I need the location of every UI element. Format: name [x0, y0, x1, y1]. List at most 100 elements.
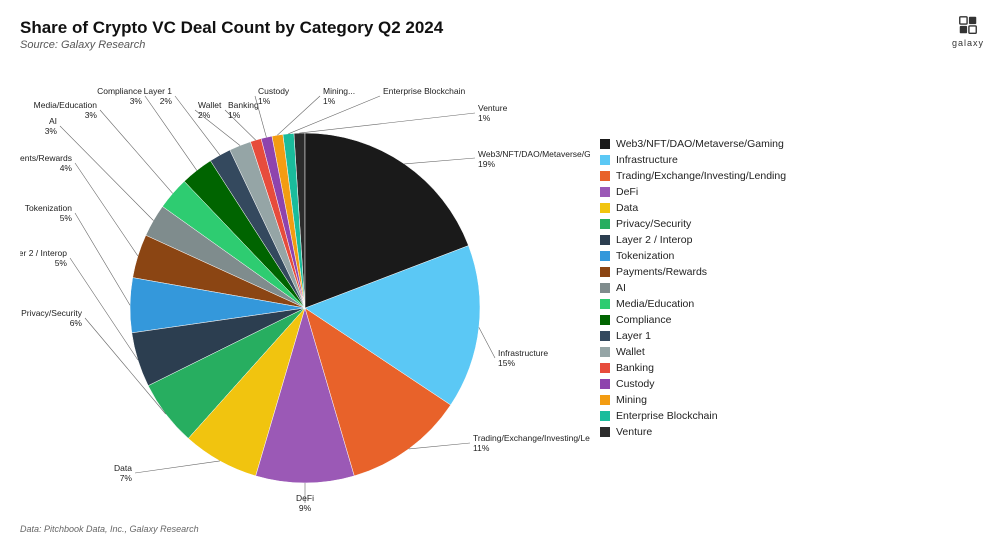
svg-text:7%: 7%	[120, 473, 133, 483]
svg-text:2%: 2%	[160, 96, 173, 106]
legend-item-data: Data	[600, 202, 980, 214]
svg-text:1%: 1%	[228, 110, 241, 120]
legend-color-trading	[600, 171, 610, 181]
legend-label-compliance: Compliance	[616, 314, 671, 326]
legend-color-venture	[600, 427, 610, 437]
legend-item-venture: Venture	[600, 426, 980, 438]
legend-item-privacy: Privacy/Security	[600, 218, 980, 230]
legend-label-tokenization: Tokenization	[616, 250, 674, 262]
galaxy-logo: galaxy	[952, 14, 984, 48]
legend-color-privacy	[600, 219, 610, 229]
legend-label-trading: Trading/Exchange/Investing/Lending	[616, 170, 786, 182]
svg-text:Tokenization: Tokenization	[25, 203, 73, 213]
svg-text:1%: 1%	[478, 113, 491, 123]
legend-label-infra: Infrastructure	[616, 154, 678, 166]
svg-text:6%: 6%	[70, 318, 83, 328]
svg-text:15%: 15%	[498, 358, 515, 368]
svg-text:11%: 11%	[473, 443, 490, 453]
legend-label-privacy: Privacy/Security	[616, 218, 691, 230]
svg-text:Privacy/Security: Privacy/Security	[21, 308, 83, 318]
svg-text:Web3/NFT/DAO/Metaverse/Gaming: Web3/NFT/DAO/Metaverse/Gaming	[478, 149, 590, 159]
legend-label-mining: Mining	[616, 394, 647, 406]
legend-item-web3: Web3/NFT/DAO/Metaverse/Gaming	[600, 138, 980, 150]
svg-text:Layer 1: Layer 1	[144, 86, 173, 96]
chart-area: Web3/NFT/DAO/Metaverse/Gaming19% Infrastr…	[20, 58, 590, 518]
legend-item-mining: Mining	[600, 394, 980, 406]
footer-note: Data: Pitchbook Data, Inc., Galaxy Resea…	[20, 524, 980, 534]
pie-chart: Web3/NFT/DAO/Metaverse/Gaming19% Infrastr…	[20, 58, 590, 518]
legend-color-web3	[600, 139, 610, 149]
legend-item-compliance: Compliance	[600, 314, 980, 326]
svg-text:Venture: Venture	[478, 103, 508, 113]
legend-label-enterprise: Enterprise Blockchain	[616, 410, 718, 422]
svg-text:9%: 9%	[299, 503, 312, 513]
legend-item-defi: DeFi	[600, 186, 980, 198]
legend-color-data	[600, 203, 610, 213]
svg-text:Wallet: Wallet	[198, 100, 222, 110]
svg-text:3%: 3%	[130, 96, 143, 106]
legend-item-layer1: Layer 1	[600, 330, 980, 342]
svg-text:Payments/Rewards: Payments/Rewards	[20, 153, 72, 163]
svg-text:19%: 19%	[478, 159, 495, 169]
legend-item-layer2: Layer 2 / Interop	[600, 234, 980, 246]
legend-color-enterprise	[600, 411, 610, 421]
legend-color-compliance	[600, 315, 610, 325]
legend-color-layer1	[600, 331, 610, 341]
svg-text:Custody: Custody	[258, 86, 290, 96]
legend-color-payments	[600, 267, 610, 277]
legend-label-defi: DeFi	[616, 186, 638, 198]
svg-text:Mining...: Mining...	[323, 86, 355, 96]
legend-item-payments: Payments/Rewards	[600, 266, 980, 278]
legend-item-wallet: Wallet	[600, 346, 980, 358]
page-title: Share of Crypto VC Deal Count by Categor…	[20, 18, 980, 38]
source-label: Source: Galaxy Research	[20, 39, 980, 51]
svg-text:4%: 4%	[60, 163, 73, 173]
legend-color-media	[600, 299, 610, 309]
legend-label-wallet: Wallet	[616, 346, 645, 358]
legend-label-layer2: Layer 2 / Interop	[616, 234, 692, 246]
legend-item-ai: AI	[600, 282, 980, 294]
legend-color-defi	[600, 187, 610, 197]
svg-text:Infrastructure: Infrastructure	[498, 348, 548, 358]
legend-label-web3: Web3/NFT/DAO/Metaverse/Gaming	[616, 138, 784, 150]
svg-text:Enterprise Blockchain: Enterprise Blockchain	[383, 86, 465, 96]
legend-color-banking	[600, 363, 610, 373]
legend-label-banking: Banking	[616, 362, 654, 374]
legend-item-enterprise: Enterprise Blockchain	[600, 410, 980, 422]
legend-label-layer1: Layer 1	[616, 330, 651, 342]
legend-label-custody: Custody	[616, 378, 655, 390]
legend-label-payments: Payments/Rewards	[616, 266, 707, 278]
svg-text:3%: 3%	[85, 110, 98, 120]
svg-text:1%: 1%	[258, 96, 271, 106]
svg-text:5%: 5%	[55, 258, 68, 268]
legend-color-wallet	[600, 347, 610, 357]
legend-label-data: Data	[616, 202, 638, 214]
legend-label-media: Media/Education	[616, 298, 694, 310]
galaxy-logo-icon	[957, 14, 979, 36]
legend: Web3/NFT/DAO/Metaverse/Gaming Infrastruc…	[590, 138, 980, 438]
legend-item-trading: Trading/Exchange/Investing/Lending	[600, 170, 980, 182]
page: Share of Crypto VC Deal Count by Categor…	[0, 0, 1000, 544]
svg-text:Layer 2 / Interop: Layer 2 / Interop	[20, 248, 67, 258]
legend-color-layer2	[600, 235, 610, 245]
svg-text:Compliance: Compliance	[97, 86, 142, 96]
svg-text:DeFi: DeFi	[296, 493, 314, 503]
legend-item-banking: Banking	[600, 362, 980, 374]
svg-text:3%: 3%	[45, 126, 58, 136]
svg-text:Banking: Banking	[228, 100, 259, 110]
legend-label-ai: AI	[616, 282, 626, 294]
svg-text:AI: AI	[49, 116, 57, 126]
galaxy-logo-text: galaxy	[952, 38, 984, 48]
legend-color-mining	[600, 395, 610, 405]
svg-text:2%: 2%	[198, 110, 211, 120]
header: Share of Crypto VC Deal Count by Categor…	[20, 18, 980, 51]
legend-item-media: Media/Education	[600, 298, 980, 310]
svg-text:1%: 1%	[323, 96, 336, 106]
svg-text:Trading/Exchange/Investing/Len: Trading/Exchange/Investing/Lending	[473, 433, 590, 443]
svg-text:5%: 5%	[60, 213, 73, 223]
legend-color-tokenization	[600, 251, 610, 261]
legend-label-venture: Venture	[616, 426, 652, 438]
legend-item-infra: Infrastructure	[600, 154, 980, 166]
legend-color-ai	[600, 283, 610, 293]
legend-color-custody	[600, 379, 610, 389]
